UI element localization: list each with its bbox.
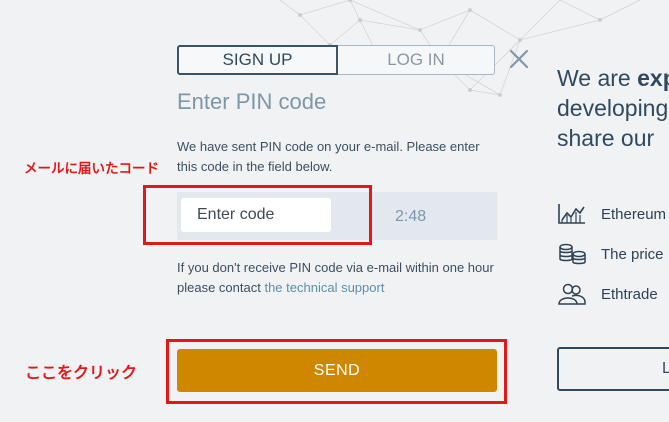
feature-item: Ethereum	[557, 202, 666, 226]
right-panel-heading: We are exp developing share our	[557, 63, 669, 153]
help-text: If you don't receive PIN code via e-mail…	[177, 258, 497, 298]
code-annotation-label: メールに届いたコード	[24, 161, 159, 177]
tab-login[interactable]: LOG IN	[338, 45, 495, 75]
users-icon	[558, 283, 586, 305]
feature-label: The price	[601, 245, 664, 263]
pin-description: We have sent PIN code on your e-mail. Pl…	[177, 139, 480, 174]
tab-signup[interactable]: SIGN UP	[177, 45, 338, 75]
heading-line2: developing	[557, 95, 669, 121]
chart-icon	[558, 204, 585, 224]
technical-support-link[interactable]: the technical support	[264, 280, 384, 295]
heading-line3: share our	[557, 125, 655, 151]
click-annotation-box	[166, 339, 507, 404]
coins-icon	[559, 243, 586, 265]
click-annotation-label: ここをクリック	[25, 363, 138, 382]
code-annotation-box	[143, 185, 372, 245]
feature-item: Ethtrade	[557, 282, 658, 306]
right-panel-button[interactable]: L	[557, 347, 669, 391]
page-title: Enter PIN code	[177, 89, 327, 114]
close-icon[interactable]	[508, 48, 530, 70]
heading-line1: We are	[557, 65, 638, 91]
feature-item: The price	[557, 242, 664, 266]
feature-label: Ethtrade	[601, 285, 658, 303]
feature-label: Ethereum	[601, 205, 667, 223]
countdown-timer: 2:48	[395, 208, 427, 225]
auth-tabs: SIGN UP LOG IN	[177, 45, 495, 75]
heading-line1-bold: exp	[637, 65, 669, 91]
